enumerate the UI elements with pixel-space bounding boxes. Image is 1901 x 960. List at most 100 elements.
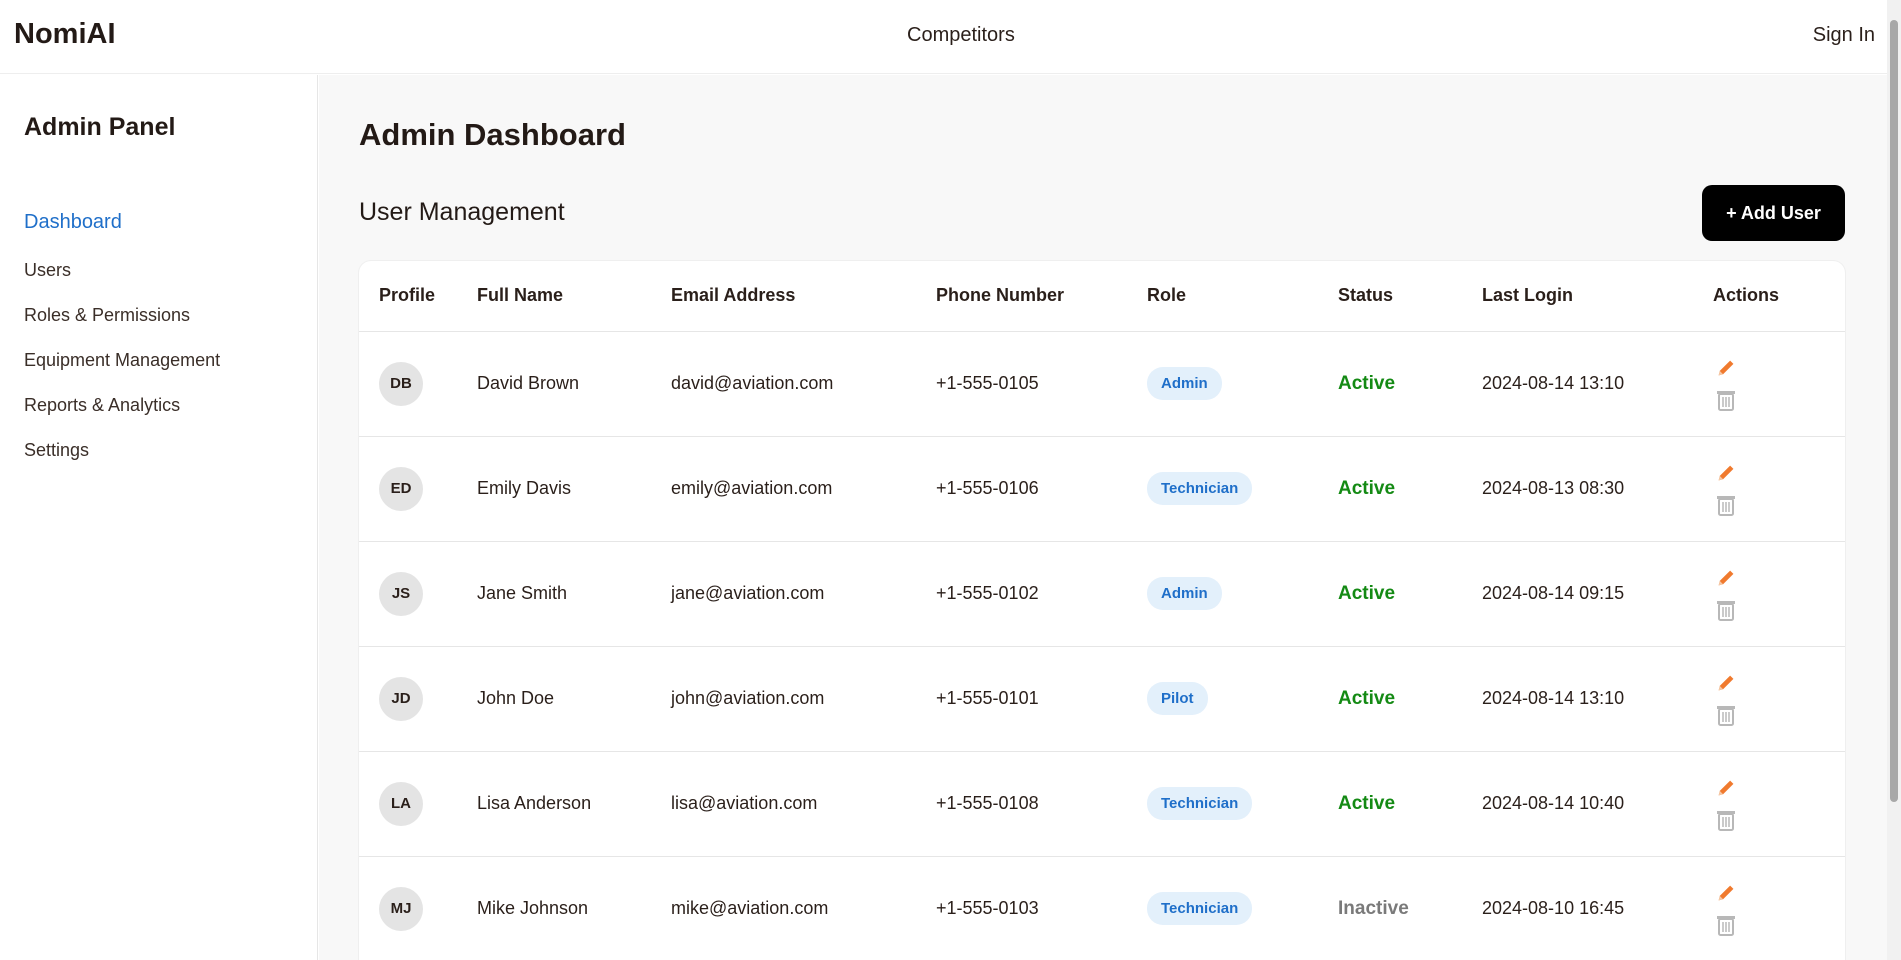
trash-icon[interactable] <box>1713 597 1739 623</box>
avatar: LA <box>379 781 423 826</box>
full-name-cell: Lisa Anderson <box>477 751 671 857</box>
email-cell: john@aviation.com <box>671 646 936 752</box>
row-actions <box>1713 670 1741 728</box>
status-text: Active <box>1338 477 1396 499</box>
sidebar-title: Admin Panel <box>24 113 176 141</box>
sidebar-item-users[interactable]: Users <box>24 248 220 293</box>
brand-logo[interactable]: NomiAI <box>14 18 116 51</box>
status-text: Active <box>1338 372 1396 394</box>
actions-cell <box>1713 646 1845 752</box>
trash-icon[interactable] <box>1713 387 1739 413</box>
table-row: JS Jane Smith jane@aviation.com +1-555-0102… <box>359 541 1845 647</box>
actions-cell <box>1713 331 1845 437</box>
role-badge: Technician <box>1147 472 1253 505</box>
sidebar-item-equipment-management[interactable]: Equipment Management <box>24 338 220 383</box>
profile-cell: JS <box>359 541 477 647</box>
profile-cell: ED <box>359 436 477 542</box>
avatar: DB <box>379 361 423 406</box>
avatar: JD <box>379 676 423 721</box>
avatar: ED <box>379 466 423 511</box>
role-badge: Admin <box>1147 367 1222 400</box>
column-header-full-name: Full Name <box>477 261 671 332</box>
sidebar-nav: Dashboard Users Roles & Permissions Equi… <box>24 200 220 473</box>
column-header-profile: Profile <box>359 261 477 332</box>
status-text: Inactive <box>1338 897 1409 919</box>
column-header-actions: Actions <box>1713 261 1845 332</box>
page-scrollbar[interactable] <box>1887 0 1901 960</box>
last-login-cell: 2024-08-13 08:30 <box>1482 436 1713 542</box>
profile-cell: MJ <box>359 856 477 960</box>
full-name-cell: David Brown <box>477 331 671 437</box>
column-header-role: Role <box>1147 261 1338 332</box>
last-login-cell: 2024-08-14 10:40 <box>1482 751 1713 857</box>
role-badge: Admin <box>1147 577 1222 610</box>
email-cell: jane@aviation.com <box>671 541 936 647</box>
table-header-row: Profile Full Name Email Address Phone Nu… <box>359 261 1845 332</box>
email-cell: lisa@aviation.com <box>671 751 936 857</box>
column-header-phone: Phone Number <box>936 261 1147 332</box>
phone-cell: +1-555-0108 <box>936 751 1147 857</box>
actions-cell <box>1713 436 1845 542</box>
phone-cell: +1-555-0105 <box>936 331 1147 437</box>
scrollbar-thumb[interactable] <box>1890 20 1898 802</box>
pencil-icon[interactable] <box>1713 880 1739 906</box>
pencil-icon[interactable] <box>1713 775 1739 801</box>
trash-icon[interactable] <box>1713 492 1739 518</box>
status-cell: Active <box>1338 751 1482 857</box>
phone-cell: +1-555-0101 <box>936 646 1147 752</box>
full-name-cell: Mike Johnson <box>477 856 671 960</box>
trash-icon[interactable] <box>1713 912 1739 938</box>
status-text: Active <box>1338 582 1396 604</box>
profile-cell: LA <box>359 751 477 857</box>
phone-cell: +1-555-0102 <box>936 541 1147 647</box>
sign-in-link[interactable]: Sign In <box>1813 24 1875 47</box>
full-name-cell: Emily Davis <box>477 436 671 542</box>
status-cell: Inactive <box>1338 856 1482 960</box>
row-actions <box>1713 355 1741 413</box>
trash-icon[interactable] <box>1713 702 1739 728</box>
phone-cell: +1-555-0106 <box>936 436 1147 542</box>
row-actions <box>1713 880 1741 938</box>
column-header-status: Status <box>1338 261 1482 332</box>
nav-link-competitors[interactable]: Competitors <box>907 24 1015 47</box>
last-login-cell: 2024-08-14 13:10 <box>1482 646 1713 752</box>
role-cell: Technician <box>1147 856 1338 960</box>
email-cell: emily@aviation.com <box>671 436 936 542</box>
table-row: DB David Brown david@aviation.com +1-555-01… <box>359 331 1845 437</box>
pencil-icon[interactable] <box>1713 355 1739 381</box>
actions-cell <box>1713 856 1845 960</box>
sidebar-item-reports-analytics[interactable]: Reports & Analytics <box>24 383 220 428</box>
avatar: MJ <box>379 886 423 931</box>
row-actions <box>1713 565 1741 623</box>
pencil-icon[interactable] <box>1713 565 1739 591</box>
role-badge: Technician <box>1147 892 1253 925</box>
role-cell: Admin <box>1147 331 1338 437</box>
users-table-card: Profile Full Name Email Address Phone Nu… <box>359 261 1845 960</box>
role-cell: Admin <box>1147 541 1338 647</box>
column-header-email: Email Address <box>671 261 936 332</box>
email-cell: mike@aviation.com <box>671 856 936 960</box>
sidebar: Admin Panel Dashboard Users Roles & Perm… <box>0 75 318 960</box>
table-row: JD John Doe john@aviation.com +1-555-0101 Pi… <box>359 646 1845 752</box>
status-cell: Active <box>1338 331 1482 437</box>
sidebar-item-settings[interactable]: Settings <box>24 428 220 473</box>
page-title: Admin Dashboard <box>359 117 626 152</box>
section-title: User Management <box>359 198 565 226</box>
add-user-button[interactable]: + Add User <box>1702 185 1845 241</box>
pencil-icon[interactable] <box>1713 460 1739 486</box>
profile-cell: JD <box>359 646 477 752</box>
email-cell: david@aviation.com <box>671 331 936 437</box>
table-row: LA Lisa Anderson lisa@aviation.com +1-555-0… <box>359 751 1845 857</box>
actions-cell <box>1713 541 1845 647</box>
sidebar-item-roles-permissions[interactable]: Roles & Permissions <box>24 293 220 338</box>
users-table: Profile Full Name Email Address Phone Nu… <box>359 261 1845 960</box>
top-navbar: NomiAI Competitors Sign In <box>0 0 1887 74</box>
sidebar-item-dashboard[interactable]: Dashboard <box>24 200 220 245</box>
last-login-cell: 2024-08-14 13:10 <box>1482 331 1713 437</box>
trash-icon[interactable] <box>1713 807 1739 833</box>
last-login-cell: 2024-08-14 09:15 <box>1482 541 1713 647</box>
role-badge: Pilot <box>1147 682 1208 715</box>
pencil-icon[interactable] <box>1713 670 1739 696</box>
actions-cell <box>1713 751 1845 857</box>
table-body: DB David Brown david@aviation.com +1-555-01… <box>359 331 1845 960</box>
